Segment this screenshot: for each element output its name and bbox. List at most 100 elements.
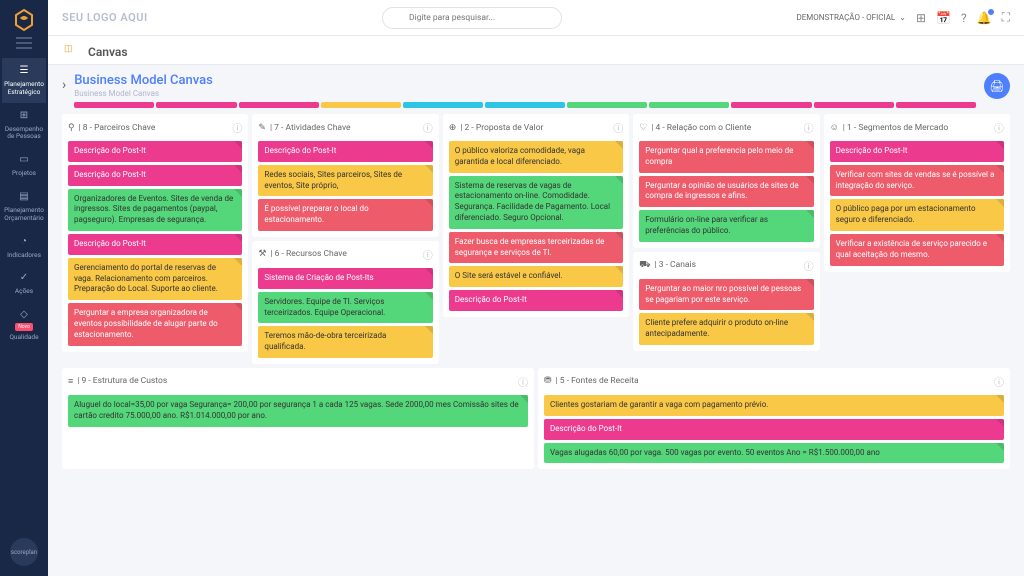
calendar-icon[interactable]: 📅 [936,11,951,25]
notification-icon[interactable]: 🔔 [977,11,992,25]
info-icon[interactable]: ⓘ [232,120,242,135]
nav-ações[interactable]: ✓Ações [2,265,46,302]
post-it[interactable]: Clientes gostariam de garantir a vaga co… [544,395,1004,416]
post-it[interactable]: Redes sociais, Sites parceiros, Sites de… [258,165,432,197]
post-it[interactable]: Aluguel do local=35,00 por vaga Seguranç… [68,395,528,427]
section-icon: ⚒ [258,249,266,259]
info-icon[interactable]: ⓘ [804,120,814,135]
topbar: SEU LOGO AQUI ⌕ DEMONSTRAÇÃO - OFICIAL ⌄… [48,0,1024,36]
post-it[interactable]: Descrição do Post-It [830,141,1004,162]
info-icon[interactable]: ⓘ [804,258,814,273]
nav-icon: ⊞ [17,109,31,123]
nav-icon: ◔ [17,235,31,249]
rainbow-segment[interactable] [403,102,483,108]
info-icon[interactable]: ⓘ [994,120,1004,135]
rainbow-segment[interactable] [814,102,894,108]
nav-projetos[interactable]: ▭Projetos [2,147,46,184]
post-it[interactable]: Sistema de reservas de vagas de estacion… [449,176,623,229]
section-icon: ☺ [830,122,839,133]
nav-icon: ☰ [17,64,31,78]
post-it[interactable]: Vagas alugadas 60,00 por vaga. 500 vagas… [544,443,1004,464]
post-it[interactable]: Fazer busca de empresas terceirizadas de… [449,232,623,264]
nav-label: Qualidade [9,334,38,342]
post-it[interactable]: Verificar a existência de serviço pareci… [830,234,1004,266]
nav-qualidade[interactable]: ◇NovoQualidade [2,302,46,348]
section-title: | 8 - Parceiros Chave [79,123,229,133]
post-it[interactable]: Gerenciamento do portal de reservas de v… [68,258,242,300]
section-title: | 5 - Fontes de Receita [556,376,990,386]
post-it[interactable]: Sistema de Criação de Post-Its [258,268,432,289]
section-icon: ♡ [639,123,647,133]
section-title: | 7 - Atividades Chave [270,123,419,133]
rainbow-segment[interactable] [567,102,647,108]
section-parceiros: ⚲ | 8 - Parceiros Chaveⓘ Descrição do Post… [62,114,248,352]
info-icon[interactable]: ⓘ [613,120,623,135]
help-icon[interactable]: ? [961,11,967,25]
rainbow-segment[interactable] [649,102,729,108]
rainbow-segment[interactable] [321,102,401,108]
search-input[interactable] [382,7,562,29]
grid-icon[interactable]: ⊞ [916,11,926,25]
section-atividades: ✎ | 7 - Atividades Chave ⓘ Descrição do Pos… [252,114,438,237]
canvas-icon: ◫ [64,44,80,60]
rainbow-tabs[interactable] [74,102,976,108]
info-icon[interactable]: ⓘ [423,120,433,135]
post-it[interactable]: Perguntar a opinião de usuários de sites… [639,176,813,208]
post-it[interactable]: Teremos mão-de-obra terceirizada qualifi… [258,326,432,358]
section-icon: ≡ [68,376,73,387]
section-icon: ✎ [258,123,266,133]
nav-icon: ▤ [17,190,31,204]
rainbow-segment[interactable] [896,102,976,108]
info-icon[interactable]: ⓘ [518,374,528,389]
menu-toggle-icon[interactable] [16,42,32,44]
post-it[interactable]: Organizadores de Eventos. Sites de venda… [68,189,242,231]
post-it[interactable]: É possível preparar o local do estaciona… [258,199,432,231]
demo-dropdown[interactable]: DEMONSTRAÇÃO - OFICIAL ⌄ [796,13,905,22]
post-it[interactable]: Descrição do Post-It [68,234,242,255]
rainbow-segment[interactable] [74,102,154,108]
brand-placeholder: SEU LOGO AQUI [62,11,148,24]
print-button[interactable]: 🖨 [984,73,1010,99]
section-icon: ⛃ [544,376,552,386]
nav-label: Planejamento Orçamentário [4,207,44,223]
post-it[interactable]: Servidores. Equipe de TI. Serviços terce… [258,292,432,324]
nav-planejamento-estratégico[interactable]: ☰ Planejamento Estratégico [2,58,46,103]
post-it[interactable]: O Site será estável e confiável. [449,266,623,287]
rainbow-segment[interactable] [239,102,319,108]
badge-new: Novo [15,323,33,331]
section-proposta: ⊕| 2 - Proposta de ValorⓘO público valor… [443,114,629,317]
post-it[interactable]: Descrição do Post-It [258,141,432,162]
nav-desempenho-de-pessoas[interactable]: ⊞ Desempenho de Pessoas [2,103,46,148]
nav-label: Ações [15,288,33,296]
section-title: | 6 - Recursos Chave [270,249,418,259]
section-title: | 4 - Relação com o Cliente [651,123,799,133]
expand-chevron-icon[interactable]: › [62,77,66,93]
post-it[interactable]: Descrição do Post-It [449,290,623,311]
post-it[interactable]: Perguntar ao maior nro possível de pesso… [639,279,813,311]
fullscreen-icon[interactable]: ⛶ [1002,10,1010,25]
nav-planejamento-orçamentário[interactable]: ▤ Planejamento Orçamentário [2,184,46,229]
post-it[interactable]: Cliente prefere adquirir o produto on-li… [639,313,813,345]
nav-label: Planejamento Estratégico [4,81,44,97]
post-it[interactable]: Verificar com sites de vendas se é possí… [830,165,1004,197]
section-icon: ⚲ [68,123,75,133]
nav-label: Desempenho de Pessoas [4,126,44,142]
sidebar: ☰ Planejamento Estratégico ⊞ Desempenho de … [0,0,48,576]
bmc-title: Business Model Canvas [74,73,976,88]
post-it[interactable]: O público paga por um estacionamento seg… [830,199,1004,231]
info-icon[interactable]: ⓘ [994,374,1004,389]
post-it[interactable]: Perguntar qual a preferencia pelo meio d… [639,141,813,173]
post-it[interactable]: Formulário on-line para verificar as pre… [639,210,813,242]
rainbow-segment[interactable] [156,102,236,108]
nav-indicadores[interactable]: ◔Indicadores [2,229,46,266]
post-it[interactable]: Descrição do Post-It [68,165,242,186]
post-it[interactable]: Descrição do Post-It [68,141,242,162]
rainbow-segment[interactable] [485,102,565,108]
rainbow-segment[interactable] [731,102,811,108]
post-it[interactable]: Perguntar a empresa organizadora de even… [68,303,242,345]
info-icon[interactable]: ⓘ [423,247,433,262]
post-it[interactable]: Descrição do Post-It [544,419,1004,440]
post-it[interactable]: O público valoriza comodidade, vaga gara… [449,141,623,173]
section-title: | 9 - Estrutura de Custos [77,376,514,386]
section-title: | 3 - Canais [655,260,800,270]
